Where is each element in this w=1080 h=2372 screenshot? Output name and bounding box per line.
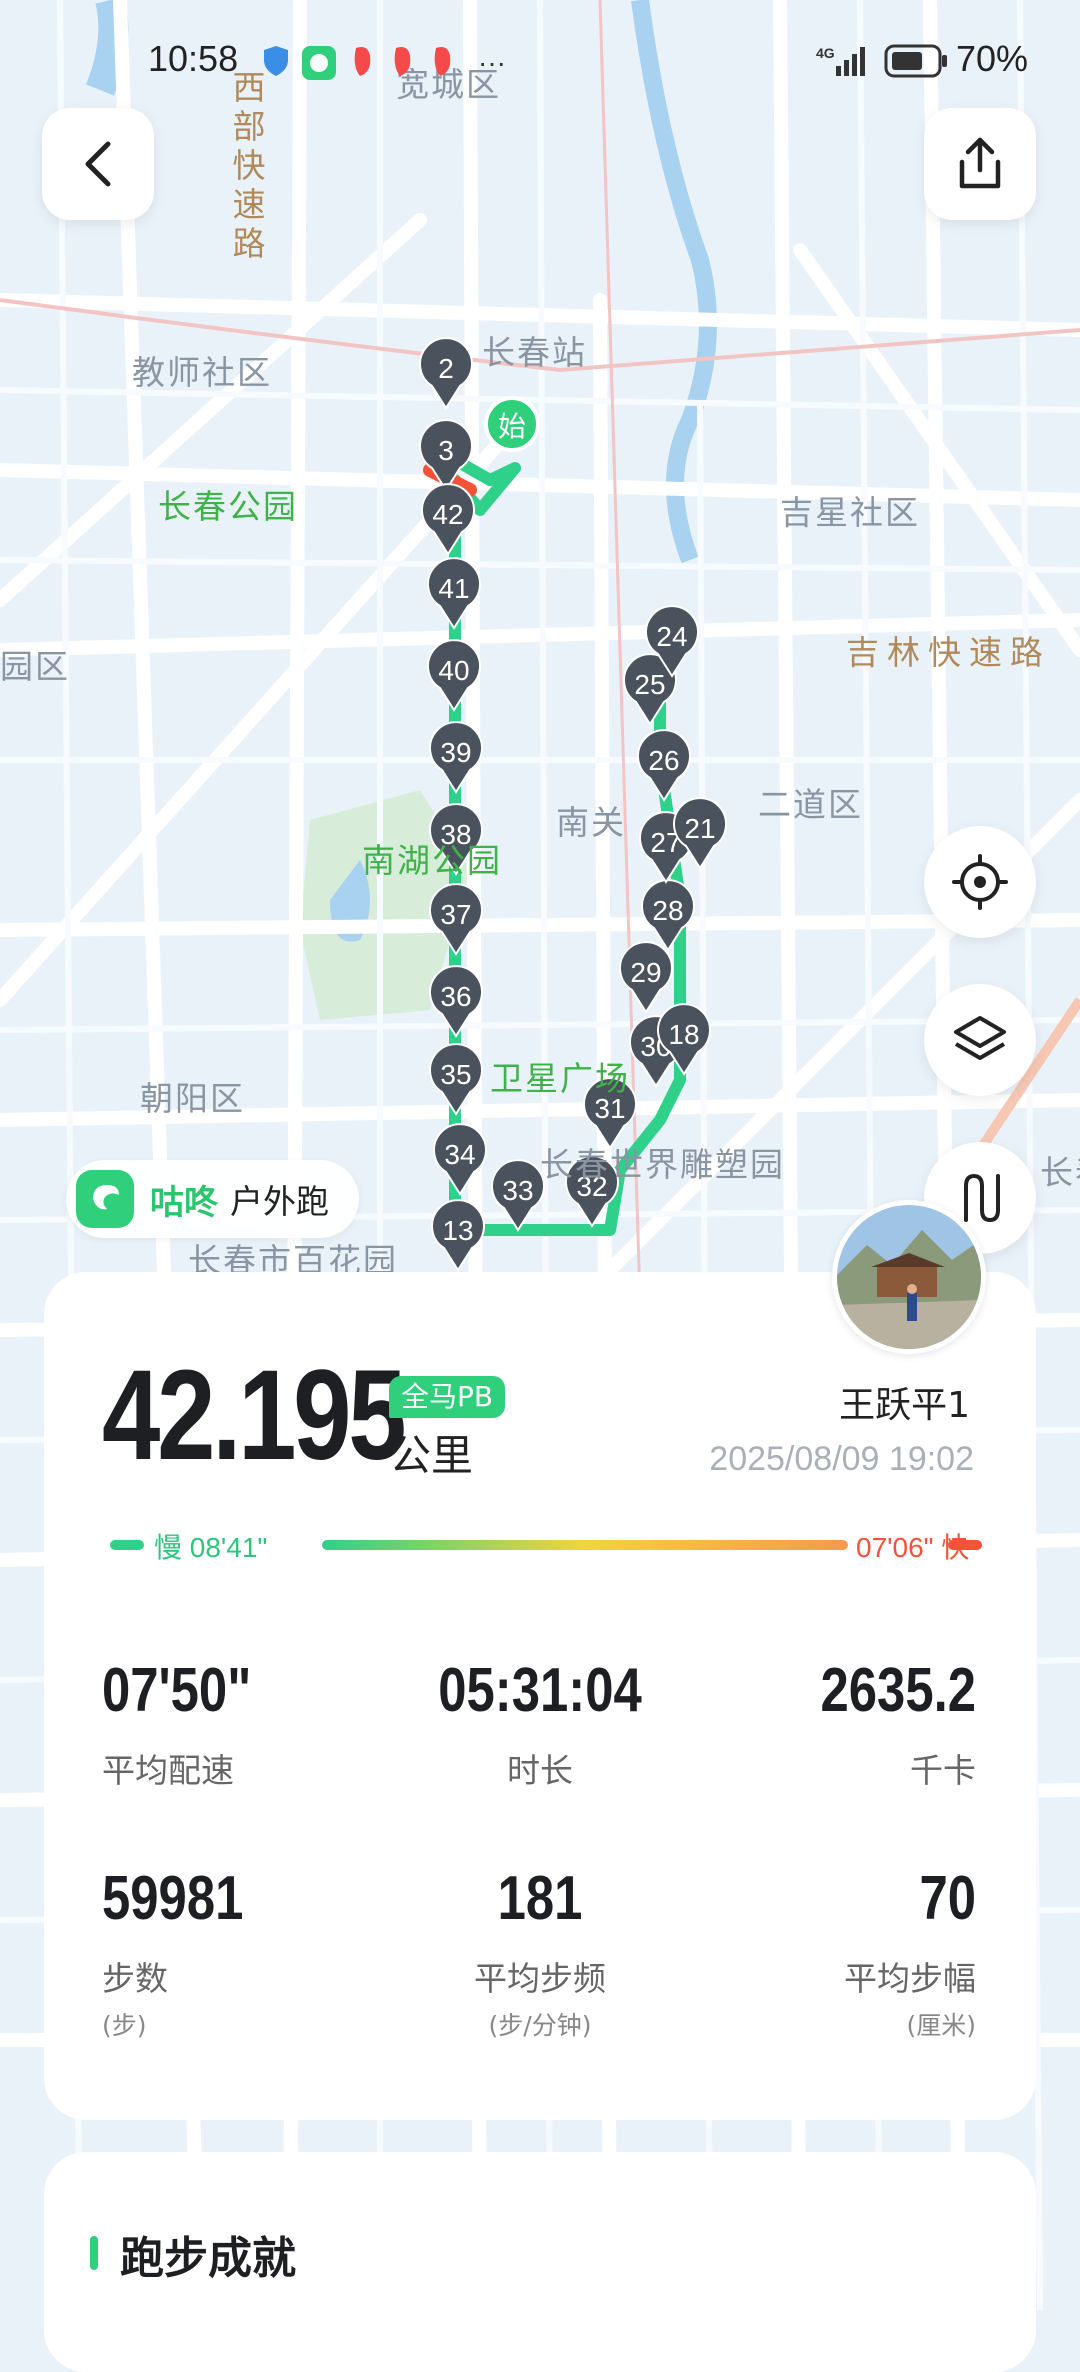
- stat-value: 05:31:04: [438, 1656, 642, 1725]
- km-marker-label: 39: [440, 737, 471, 768]
- map-label-nanhu-park: 南湖公园: [362, 841, 502, 880]
- km-marker-label: 28: [652, 895, 683, 926]
- distance-value: 42.195: [102, 1344, 407, 1487]
- stat-label: 千卡: [910, 1751, 976, 1790]
- map-label-jilin-expressway: 吉林快速路: [846, 633, 1051, 672]
- km-marker-label: 21: [684, 813, 715, 844]
- stat-stride: 70 平均步幅 (厘米): [676, 1868, 976, 2042]
- activity-mode: 户外跑: [230, 1182, 329, 1221]
- battery-percent: 70%: [956, 38, 1029, 79]
- map-layers-button[interactable]: [924, 984, 1036, 1096]
- map-label-station: 长春站: [482, 333, 587, 372]
- stat-duration: 05:31:04 时长: [390, 1660, 690, 1792]
- map-label-changchun-park: 长春公园: [158, 487, 298, 526]
- signal-icon: 4G: [816, 45, 865, 76]
- km-marker-label: 2: [438, 353, 454, 384]
- stat-unit: (步/分钟): [488, 2011, 592, 2040]
- stat-avg-pace: 07'50" 平均配速: [102, 1660, 402, 1792]
- map-label-changchun-right: 长春: [1040, 1153, 1080, 1192]
- stat-cadence: 181 平均步频 (步/分钟): [390, 1868, 690, 2042]
- brand-pill: 咕咚 户外跑: [66, 1160, 359, 1238]
- km-marker-label: 35: [440, 1059, 471, 1090]
- svg-text:4G: 4G: [816, 45, 835, 61]
- km-marker-label: 26: [648, 745, 679, 776]
- pace-slow-label: 慢 08'41": [154, 1532, 268, 1563]
- map-label-teacher-community: 教师社区: [132, 353, 272, 392]
- km-marker-label: 37: [440, 899, 471, 930]
- run-datetime: 2025/08/09 19:02: [709, 1440, 974, 1478]
- codoon-logo-icon: [76, 1170, 134, 1228]
- avatar[interactable]: [832, 1200, 986, 1354]
- notification-icons: ···: [264, 46, 506, 80]
- status-time: 10:58: [148, 38, 239, 79]
- summary-card: 42.195 全马PB 公里 王跃平1 2025/08/09 19:02 慢 0…: [44, 1272, 1036, 2120]
- battery-icon: [884, 44, 947, 78]
- avatar-photo: [837, 1205, 981, 1349]
- crosshair-icon: [952, 854, 1008, 910]
- stat-label: 平均配速: [102, 1751, 234, 1790]
- stat-steps: 59981 步数 (步): [102, 1868, 402, 2042]
- km-marker-label: 3: [438, 435, 454, 466]
- map-label-nanguan: 南关: [556, 803, 626, 842]
- back-button[interactable]: [42, 108, 154, 220]
- username[interactable]: 王跃平1: [839, 1376, 970, 1428]
- stat-value: 59981: [102, 1864, 244, 1933]
- stat-value: 181: [497, 1864, 583, 1933]
- svg-text:···: ···: [478, 47, 506, 78]
- achievements-title: 跑步成就: [120, 2233, 296, 2284]
- layers-icon: [954, 1016, 1006, 1060]
- stat-value: 70: [919, 1864, 976, 1933]
- locate-button[interactable]: [924, 826, 1036, 938]
- pace-fast-label: 07'06" 快: [856, 1532, 970, 1563]
- stat-value: 07'50": [102, 1656, 252, 1725]
- km-marker-label: 41: [438, 573, 469, 604]
- km-marker-label: 18: [668, 1019, 699, 1050]
- stat-unit: (步): [102, 2011, 147, 2040]
- svg-text:始: 始: [498, 410, 526, 443]
- km-marker-label: 13: [442, 1215, 473, 1246]
- distance-unit: 公里: [389, 1431, 474, 1480]
- share-button[interactable]: [924, 108, 1036, 220]
- stat-label: 平均步幅: [844, 1959, 976, 1998]
- share-icon: [959, 137, 1001, 189]
- stat-calories: 2635.2 千卡: [676, 1660, 976, 1792]
- km-marker-label: 29: [630, 957, 661, 988]
- km-marker-label: 40: [438, 655, 469, 686]
- pace-legend: 慢 08'41" 07'06" 快: [98, 1526, 982, 1563]
- km-marker-label: 25: [634, 669, 665, 700]
- start-marker[interactable]: 始: [484, 396, 540, 452]
- stat-value: 2635.2: [820, 1656, 976, 1725]
- map-label-weixing: 卫星广场: [490, 1059, 630, 1098]
- chevron-left-icon: [85, 141, 111, 187]
- km-marker-label: 34: [444, 1139, 475, 1170]
- brand-name: 咕咚: [150, 1182, 218, 1223]
- map-label-district-lu: 园区: [0, 647, 70, 686]
- pb-badge: 全马PB: [389, 1376, 506, 1418]
- map-label-jixing: 吉星社区: [780, 493, 920, 532]
- km-marker-label: 24: [656, 621, 687, 652]
- km-marker-label: 42: [432, 499, 463, 530]
- map-label-chaoyang: 朝阳区: [140, 1079, 245, 1118]
- stat-label: 步数: [102, 1959, 168, 1998]
- stat-label: 时长: [507, 1751, 573, 1790]
- km-marker-label: 36: [440, 981, 471, 1012]
- km-marker-label: 33: [502, 1175, 533, 1206]
- map-label-erdao: 二道区: [758, 785, 863, 824]
- stat-label: 平均步频: [474, 1959, 606, 1998]
- stat-unit: (厘米): [906, 2011, 976, 2040]
- status-bar: 10:58 ··· 4G 70%: [0, 0, 1080, 120]
- map-label-sculpture-park: 长春世界雕塑园: [540, 1145, 785, 1184]
- section-accent: [90, 2236, 98, 2270]
- achievements-card[interactable]: 跑步成就: [44, 2152, 1036, 2372]
